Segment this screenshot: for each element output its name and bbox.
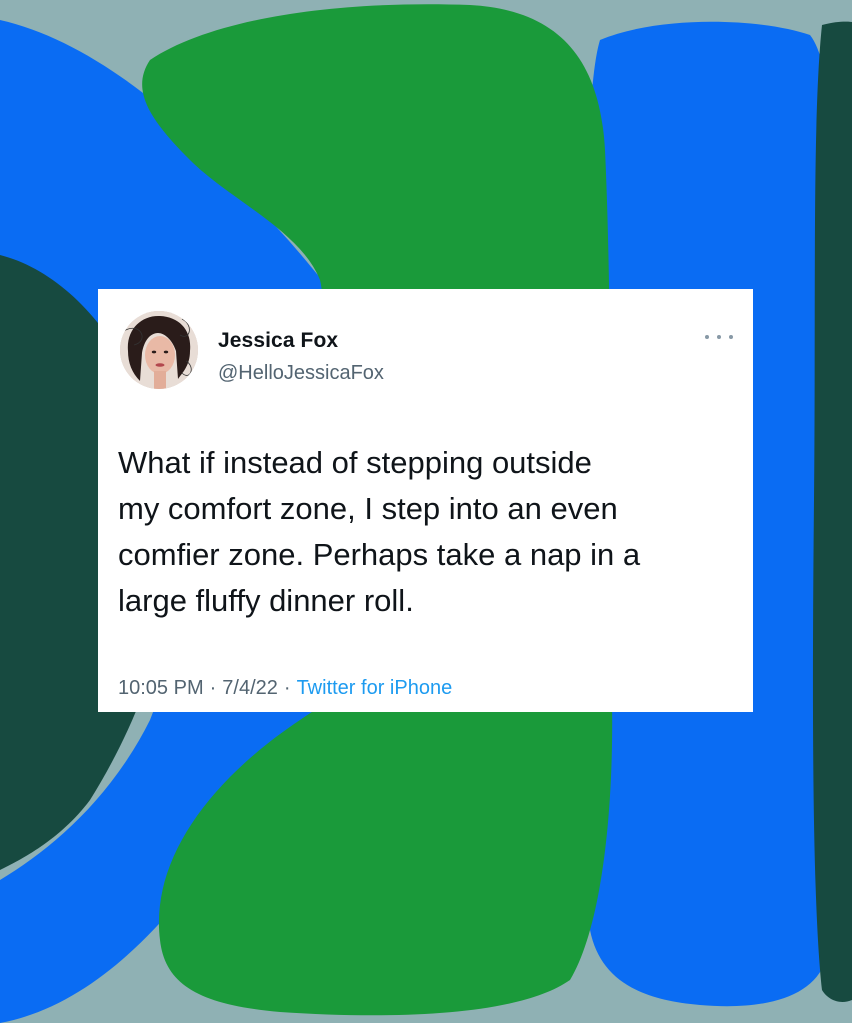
avatar-portrait-icon: [120, 311, 198, 389]
meta-separator: ·: [283, 677, 291, 699]
tweet-time[interactable]: 10:05 PM: [118, 677, 204, 699]
tweet-text: What if instead of stepping outside my c…: [118, 445, 641, 618]
dark-teal-right-strip: [812, 21, 852, 1002]
user-handle[interactable]: @HelloJessicaFox: [218, 362, 384, 385]
display-name[interactable]: Jessica Fox: [218, 329, 338, 353]
tweet-card: Jessica Fox @HelloJessicaFox What if ins…: [98, 289, 753, 712]
avatar[interactable]: [120, 311, 198, 389]
more-dots-icon[interactable]: [705, 329, 733, 345]
tweet-source-link[interactable]: Twitter for iPhone: [297, 677, 453, 699]
dot: [705, 335, 709, 339]
dot: [717, 335, 721, 339]
tweet-date[interactable]: 7/4/22: [222, 677, 278, 699]
meta-separator: ·: [209, 677, 217, 699]
image-canvas: Jessica Fox @HelloJessicaFox What if ins…: [0, 0, 852, 1023]
tweet-meta: 10:05 PM · 7/4/22 · Twitter for iPhone: [118, 677, 452, 700]
dot: [729, 335, 733, 339]
